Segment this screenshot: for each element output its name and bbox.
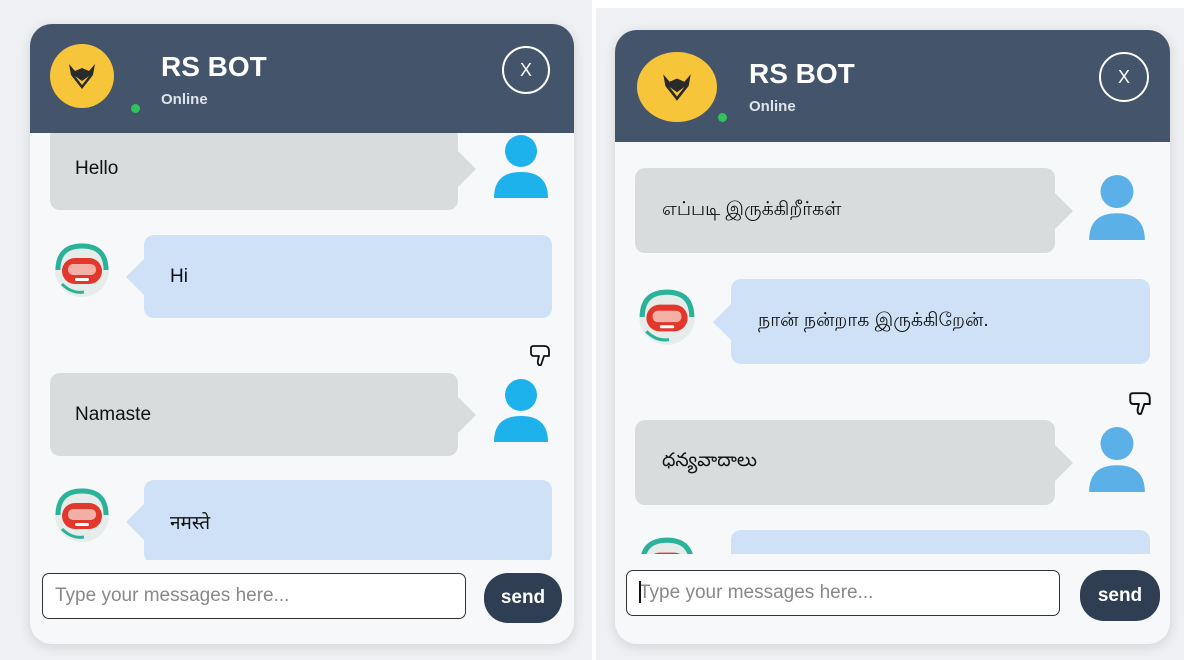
bot-message: நான் நன்றாக இருக்கிறேன். [713, 279, 1150, 364]
online-indicator [131, 104, 140, 113]
message-list[interactable]: Hello Hi Namaste नमस्ते [30, 133, 574, 560]
bot-name: RS BOT [749, 58, 855, 89]
message-input[interactable] [626, 570, 1060, 616]
bot-name: RS BOT [161, 51, 267, 82]
chat-widget-right: RS BOT Online X எப்படி இருக்கிறீர்கள் நா… [615, 30, 1170, 644]
screenshot-stage: RS BOT Online X Hello Hi Namaste नमस्ते … [0, 0, 1184, 660]
close-icon: X [519, 59, 532, 80]
user-message: Namaste [50, 373, 476, 456]
message-text: நான் நன்றாக இருக்கிறேன். [758, 309, 989, 331]
text-cursor [639, 581, 641, 603]
close-button[interactable]: X [1099, 52, 1149, 102]
user-avatar-icon [1087, 174, 1147, 245]
bot-avatar-icon [50, 240, 114, 309]
chat-widget-left: RS BOT Online X Hello Hi Namaste नमस्ते … [30, 24, 574, 644]
user-message: ధన్యవాదాలు [635, 420, 1073, 505]
bot-logo-icon [50, 44, 114, 108]
bot-message [731, 530, 1150, 554]
message-text: எப்படி இருக்கிறீர்கள் [662, 198, 842, 220]
message-text: Hi [170, 265, 188, 287]
bot-logo-icon [637, 52, 717, 122]
message-list[interactable]: எப்படி இருக்கிறீர்கள் நான் நன்றாக இருக்க… [615, 142, 1170, 554]
chat-header: RS BOT Online X [30, 24, 574, 133]
bot-avatar-icon [634, 534, 700, 554]
message-text: ధన్యవాదాలు [662, 449, 757, 471]
message-text: Hello [75, 157, 119, 179]
message-input[interactable] [42, 573, 466, 619]
online-indicator [718, 113, 727, 122]
bot-avatar-icon [634, 286, 700, 357]
bot-avatar-icon [50, 485, 114, 554]
user-message: எப்படி இருக்கிறீர்கள் [635, 168, 1073, 253]
close-button[interactable]: X [502, 46, 550, 94]
message-text: Namaste [75, 403, 152, 425]
send-button[interactable]: send [1080, 570, 1160, 621]
user-avatar-icon [492, 378, 550, 447]
user-avatar-icon [1087, 426, 1147, 497]
user-avatar-icon [492, 134, 550, 203]
user-message: Hello [50, 133, 476, 210]
thumbs-down-icon[interactable] [528, 345, 552, 372]
bot-message: नमस्ते [126, 480, 552, 560]
thumbs-down-icon[interactable] [1127, 392, 1153, 421]
message-text: नमस्ते [170, 512, 211, 534]
close-icon: X [1117, 66, 1130, 87]
send-button[interactable]: send [484, 573, 562, 623]
bot-status: Online [749, 98, 796, 115]
bot-status: Online [161, 91, 208, 108]
chat-header: RS BOT Online X [615, 30, 1170, 142]
bot-message: Hi [126, 235, 552, 318]
